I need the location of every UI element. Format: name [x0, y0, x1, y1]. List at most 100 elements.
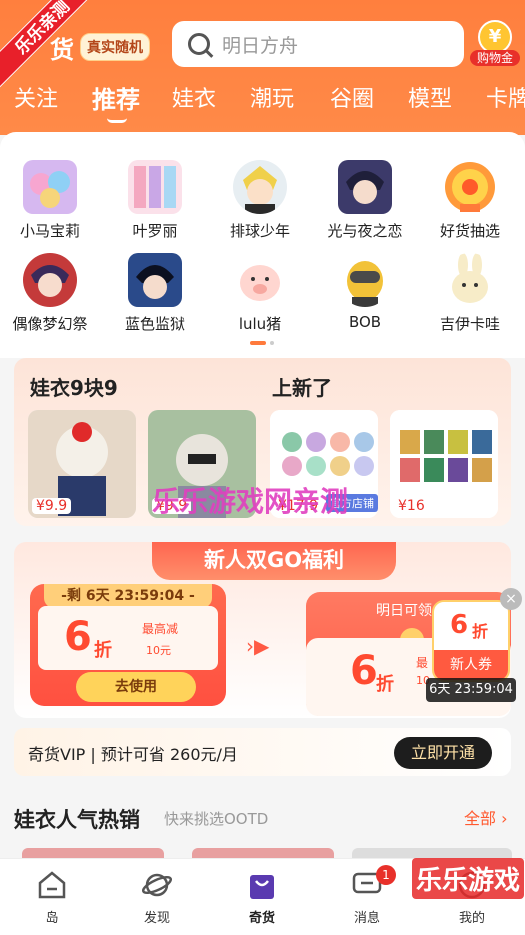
category-label: BOB — [348, 313, 382, 331]
popup-discount: 6 — [450, 610, 469, 640]
tab-trendy-toys[interactable]: 潮玩 — [250, 82, 294, 118]
category-label: 排球少年 — [229, 222, 290, 240]
coupon-discount: 6 — [350, 648, 378, 694]
newcomer-welfare: 新人双GO福利 -剩 6天 23:59:04 - 6 折 最高减 10元 去使用… — [14, 542, 522, 718]
category-item[interactable]: BOB — [315, 253, 415, 331]
idol-avatar — [23, 253, 77, 307]
popup-label: 新人券 — [434, 650, 508, 680]
coupon-max-label: 最 — [416, 656, 429, 670]
nav-goods[interactable]: 奇货 — [227, 869, 297, 926]
volleyball-avatar — [233, 160, 287, 214]
product-thumbnail[interactable] — [22, 848, 164, 858]
tab-doll-clothes[interactable]: 娃衣 — [172, 82, 216, 118]
coin-icon: ¥ — [478, 20, 512, 54]
yeloli-avatar — [128, 160, 182, 214]
nav-label: 我的 — [458, 911, 485, 926]
category-item[interactable]: 叶罗丽 — [105, 160, 205, 241]
category-item[interactable]: 排球少年 — [210, 160, 310, 241]
nav-label: 消息 — [353, 911, 380, 926]
section-title: 娃衣人气热销 — [14, 808, 140, 832]
product-price: ¥9.9 — [32, 498, 72, 514]
tab-cards[interactable]: 卡牌 — [486, 82, 525, 118]
category-label: 好货抽选 — [439, 222, 500, 240]
popup-timer: 6天 23:59:04 — [426, 678, 516, 702]
shopping-gold-button[interactable]: ¥ 购物金 — [470, 20, 520, 68]
corner-watermark: 乐乐游戏 — [412, 858, 525, 899]
shopping-bag-icon — [246, 869, 278, 901]
bob-avatar — [338, 253, 392, 307]
coupon-max-label: 最高减 — [142, 622, 179, 636]
coupon-current[interactable]: -剩 6天 23:59:04 - 6 折 最高减 10元 去使用 — [30, 584, 226, 706]
lottery-wheel-icon — [443, 160, 497, 214]
coupon-unit: 折 — [376, 674, 394, 695]
coupon-max-value: 10元 — [146, 644, 171, 657]
product-price: ¥16 — [394, 498, 429, 514]
search-bar[interactable]: 明日方舟 — [172, 21, 464, 67]
vip-banner[interactable]: 奇货VIP | 预计可省 260元/月 立即开通 — [14, 728, 511, 776]
search-icon — [188, 33, 210, 55]
promo-left-title[interactable]: 娃衣9块9 — [30, 372, 118, 401]
message-badge: 1 — [376, 865, 396, 885]
category-item[interactable]: 小马宝莉 — [0, 160, 100, 241]
page-dot — [270, 341, 274, 345]
tab-models[interactable]: 模型 — [408, 82, 452, 118]
category-label: 偶像梦幻祭 — [12, 315, 88, 333]
planet-icon — [141, 869, 173, 901]
arrow-right-icon: ›▶ — [246, 634, 270, 658]
nav-island[interactable]: 岛 — [17, 869, 87, 926]
open-vip-button[interactable]: 立即开通 — [394, 737, 492, 769]
coin-label: 购物金 — [470, 50, 520, 66]
popup-unit: 折 — [472, 622, 489, 641]
nav-label: 发现 — [143, 911, 170, 926]
product-thumbnail[interactable] — [352, 848, 512, 858]
category-item[interactable]: 偶像梦幻祭 — [0, 253, 100, 334]
category-label: 光与夜之恋 — [327, 222, 403, 240]
newcomer-coupon-popup[interactable]: 6 折 新人券 — [432, 600, 510, 682]
light-night-avatar — [338, 160, 392, 214]
nav-label: 岛 — [45, 911, 59, 926]
category-label: 小马宝莉 — [19, 222, 80, 240]
section-subtitle: 快来挑选OOTD — [164, 810, 269, 828]
category-label: 吉伊卡哇 — [439, 315, 500, 333]
chiikawa-avatar — [443, 253, 497, 307]
pony-avatar — [23, 160, 77, 214]
view-all-link[interactable]: 全部 › — [464, 805, 508, 829]
close-icon[interactable]: × — [500, 588, 522, 610]
category-item[interactable]: 吉伊卡哇 — [420, 253, 520, 334]
logo-pill: 真实随机 — [80, 33, 150, 61]
vip-text: 奇货VIP | 预计可省 260元/月 — [28, 745, 238, 764]
coupon-discount: 6 — [64, 614, 92, 660]
tab-recommend[interactable]: 推荐 — [92, 82, 140, 118]
category-item[interactable]: lulu猪 — [210, 253, 310, 334]
product-card[interactable]: ¥16 — [390, 410, 498, 518]
search-placeholder: 明日方舟 — [222, 34, 299, 57]
category-item[interactable]: 好货抽选 — [420, 160, 520, 241]
nav-label: 奇货 — [248, 911, 275, 926]
promo-right-title[interactable]: 上新了 — [272, 372, 332, 401]
logo[interactable]: 货 真实随机 — [50, 30, 150, 64]
watermark-text: 乐乐游戏网亲测 — [152, 485, 349, 518]
category-tabs: 关注 推荐 娃衣 潮玩 谷圈 模型 卡牌 — [0, 82, 525, 122]
nav-messages[interactable]: 1 消息 — [332, 865, 402, 926]
product-card[interactable]: ¥9.9 — [28, 410, 136, 518]
category-item[interactable]: 蓝色监狱 — [105, 253, 205, 334]
coupon-unit: 折 — [94, 640, 112, 661]
tab-goods[interactable]: 谷圈 — [330, 82, 374, 118]
page-dot-active — [250, 341, 266, 345]
category-label: 蓝色监狱 — [124, 315, 185, 333]
welfare-title: 新人双GO福利 — [152, 542, 396, 580]
lulu-pig-avatar — [233, 253, 287, 307]
coupon-body: 6 折 最高减 10元 — [38, 606, 218, 670]
use-coupon-button[interactable]: 去使用 — [76, 672, 196, 702]
island-icon — [36, 869, 68, 901]
category-item[interactable]: 光与夜之恋 — [315, 160, 415, 241]
bluelock-avatar — [128, 253, 182, 307]
category-label: lulu猪 — [238, 315, 282, 333]
coupon-countdown: -剩 6天 23:59:04 - — [44, 584, 212, 608]
product-thumbnail[interactable] — [192, 848, 334, 858]
nav-discover[interactable]: 发现 — [122, 869, 192, 926]
tab-follow[interactable]: 关注 — [14, 82, 58, 118]
active-tab-indicator — [107, 118, 127, 123]
coupon-header: 明日可领 — [376, 603, 432, 619]
category-label: 叶罗丽 — [132, 222, 178, 240]
